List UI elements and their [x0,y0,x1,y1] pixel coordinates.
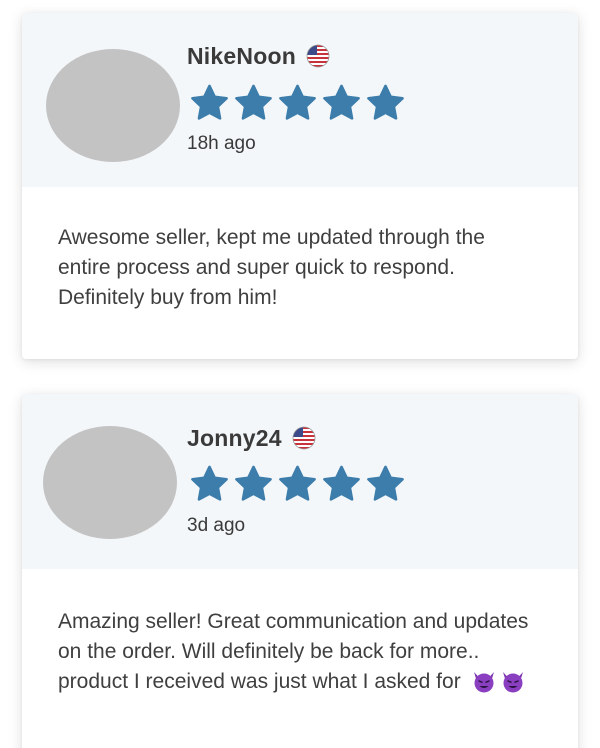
star-icon [232,464,275,504]
star-icon [276,464,319,504]
smiling-devil-emoji-icon [500,669,526,693]
review-text: Amazing seller! Great communication and … [58,610,529,693]
reviewer-username[interactable]: Jonny24 [187,425,282,452]
reviews-page: NikeNoon 18h ago Awesome seller, kept me… [0,0,600,748]
review-body: Awesome seller, kept me updated through … [22,187,578,313]
star-icon [364,464,407,504]
review-header: NikeNoon 18h ago [22,13,578,187]
star-icon [320,464,363,504]
star-icon [320,83,363,123]
star-rating [188,83,407,123]
us-flag-icon [306,44,330,68]
star-icon [188,464,231,504]
review-text: Awesome seller, kept me updated through … [58,226,485,309]
star-icon [276,83,319,123]
username-row: Jonny24 [187,421,316,455]
star-icon [232,83,275,123]
smiling-devil-emoji-icon [471,669,497,693]
review-card: NikeNoon 18h ago Awesome seller, kept me… [22,13,578,359]
star-icon [188,83,231,123]
review-header: Jonny24 3d ago [22,394,578,569]
reviewer-username[interactable]: NikeNoon [187,43,296,70]
review-timestamp: 3d ago [187,515,246,536]
review-card: Jonny24 3d ago Amazing seller! Great com… [22,394,578,748]
review-body: Amazing seller! Great communication and … [22,569,578,697]
star-icon [364,83,407,123]
review-timestamp: 18h ago [187,133,256,154]
star-rating [188,464,407,504]
username-row: NikeNoon [187,39,330,73]
avatar[interactable] [43,426,177,539]
emoji-group [471,669,526,693]
avatar[interactable] [46,49,180,162]
us-flag-icon [292,426,316,450]
